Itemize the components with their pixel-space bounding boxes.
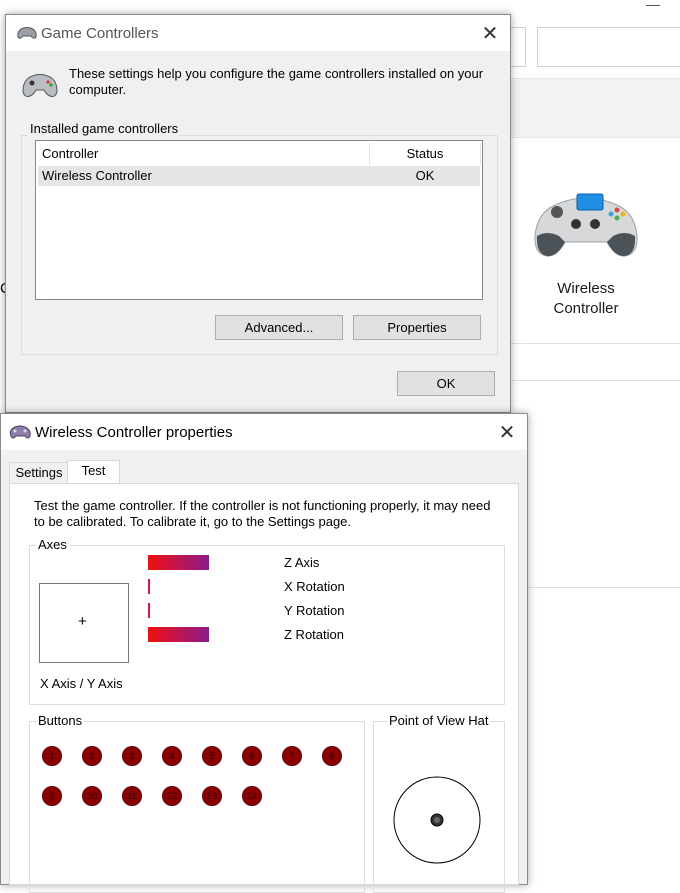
xy-axis-label: X Axis / Y Axis	[40, 676, 123, 691]
game-controllers-titlebar[interactable]: Game Controllers ✕	[6, 15, 510, 51]
axes-label: Axes	[36, 537, 69, 552]
properties-titlebar[interactable]: Wireless Controller properties ✕	[1, 414, 527, 450]
properties-button[interactable]: Properties	[353, 315, 481, 340]
controller-name-cell: Wireless Controller	[42, 168, 152, 183]
controller-status-cell: OK	[415, 168, 435, 183]
axis-bar-x-rotation	[148, 579, 150, 594]
column-header-controller[interactable]: Controller	[42, 143, 362, 165]
test-tab-panel: Test the game controller. If the control…	[9, 483, 519, 893]
close-icon[interactable]: ✕	[497, 420, 517, 445]
background-divider-1	[505, 343, 680, 344]
crosshair: +	[78, 613, 87, 630]
gamepad-button-7: 7	[282, 746, 302, 766]
gamepad-button-5: 5	[202, 746, 222, 766]
column-header-status[interactable]: Status	[370, 143, 480, 165]
game-controllers-dialog: Game Controllers ✕ These settings help y…	[5, 14, 511, 413]
properties-body: Settings Test Test the game controller. …	[1, 450, 527, 893]
button-indicator: 7	[282, 746, 302, 766]
table-row[interactable]: Wireless Controller OK	[38, 166, 480, 186]
game-controllers-title: Game Controllers	[41, 24, 159, 42]
tab-settings[interactable]: Settings	[9, 462, 69, 484]
gamepad-button-8: 8	[322, 746, 342, 766]
button-indicator: 6	[242, 746, 262, 766]
buttons-group	[29, 721, 365, 893]
gamepad-button-11: 11	[122, 786, 142, 806]
button-indicator: 3	[122, 746, 142, 766]
button-indicator: 10	[82, 786, 102, 806]
game-controllers-description: These settings help you configure the ga…	[69, 66, 484, 97]
background-toolbar-band	[505, 78, 680, 138]
background-search-field[interactable]	[537, 27, 680, 67]
installed-controllers-label: Installed game controllers	[28, 121, 181, 136]
button-indicator: 5	[202, 746, 222, 766]
pov-hat-indicator	[393, 776, 481, 864]
advanced-button[interactable]: Advanced...	[215, 315, 343, 340]
properties-title: Wireless Controller properties	[35, 423, 233, 441]
axis-label-y-rotation: Y Rotation	[284, 603, 345, 618]
gamepad-button-4: 4	[162, 746, 182, 766]
button-indicator: 12	[162, 786, 182, 806]
axis-label-z-axis: Z Axis	[284, 555, 320, 570]
controllers-list[interactable]: Controller Status Wireless Controller OK	[35, 140, 483, 300]
button-indicator: 2	[82, 746, 102, 766]
gamepad-button-14: 14	[242, 786, 262, 806]
tab-test[interactable]: Test	[67, 460, 120, 485]
background-window-minimize-mark	[646, 5, 660, 6]
test-description-line-1: Test the game controller. If the control…	[34, 498, 491, 513]
gamepad-button-13: 13	[202, 786, 222, 806]
column-divider	[480, 143, 481, 165]
close-icon[interactable]: ✕	[480, 21, 500, 46]
axis-bar-z-rotation	[148, 627, 210, 642]
button-indicator: 14	[242, 786, 262, 806]
button-indicator: 4	[162, 746, 182, 766]
axis-bar-z-axis	[148, 555, 210, 570]
gamepad-button-12: 12	[162, 786, 182, 806]
wireless-controller-device[interactable]: Wireless Controller	[520, 180, 652, 320]
axis-label-z-rotation: Z Rotation	[284, 627, 344, 642]
game-controllers-body: These settings help you configure the ga…	[6, 51, 510, 412]
controller-properties-dialog: Wireless Controller properties ✕ Setting…	[0, 413, 528, 893]
gamepad-button-2: 2	[82, 746, 102, 766]
wireless-controller-icon	[534, 193, 638, 257]
gamepad-icon	[17, 27, 37, 39]
device-label: Wireless Controller	[553, 280, 619, 317]
gamepad-button-3: 3	[122, 746, 142, 766]
gamepad-icon	[22, 74, 58, 97]
pov-hat-label: Point of View Hat	[387, 713, 491, 728]
test-description-line-2: to be calibrated. To calibrate it, go to…	[34, 514, 352, 529]
button-indicator: 11	[122, 786, 142, 806]
xy-axis-box: +	[39, 583, 129, 663]
background-divider-2	[505, 380, 680, 381]
ok-button[interactable]: OK	[397, 371, 495, 396]
background-divider-3	[525, 587, 680, 588]
button-indicator: 1	[42, 746, 62, 766]
button-indicator: 8	[322, 746, 342, 766]
axis-bar-y-rotation	[148, 603, 150, 618]
gamepad-button-6: 6	[242, 746, 262, 766]
gamepad-button-1: 1	[42, 746, 62, 766]
axis-bar-fill	[148, 555, 209, 570]
button-indicator: 13	[202, 786, 222, 806]
button-indicator: 9	[42, 786, 62, 806]
buttons-label: Buttons	[36, 713, 85, 728]
gamepad-button-10: 10	[82, 786, 102, 806]
gamepad-button-9: 9	[42, 786, 62, 806]
axis-label-x-rotation: X Rotation	[284, 579, 345, 594]
axis-bar-fill	[148, 627, 209, 642]
gamepad-icon	[9, 425, 31, 439]
